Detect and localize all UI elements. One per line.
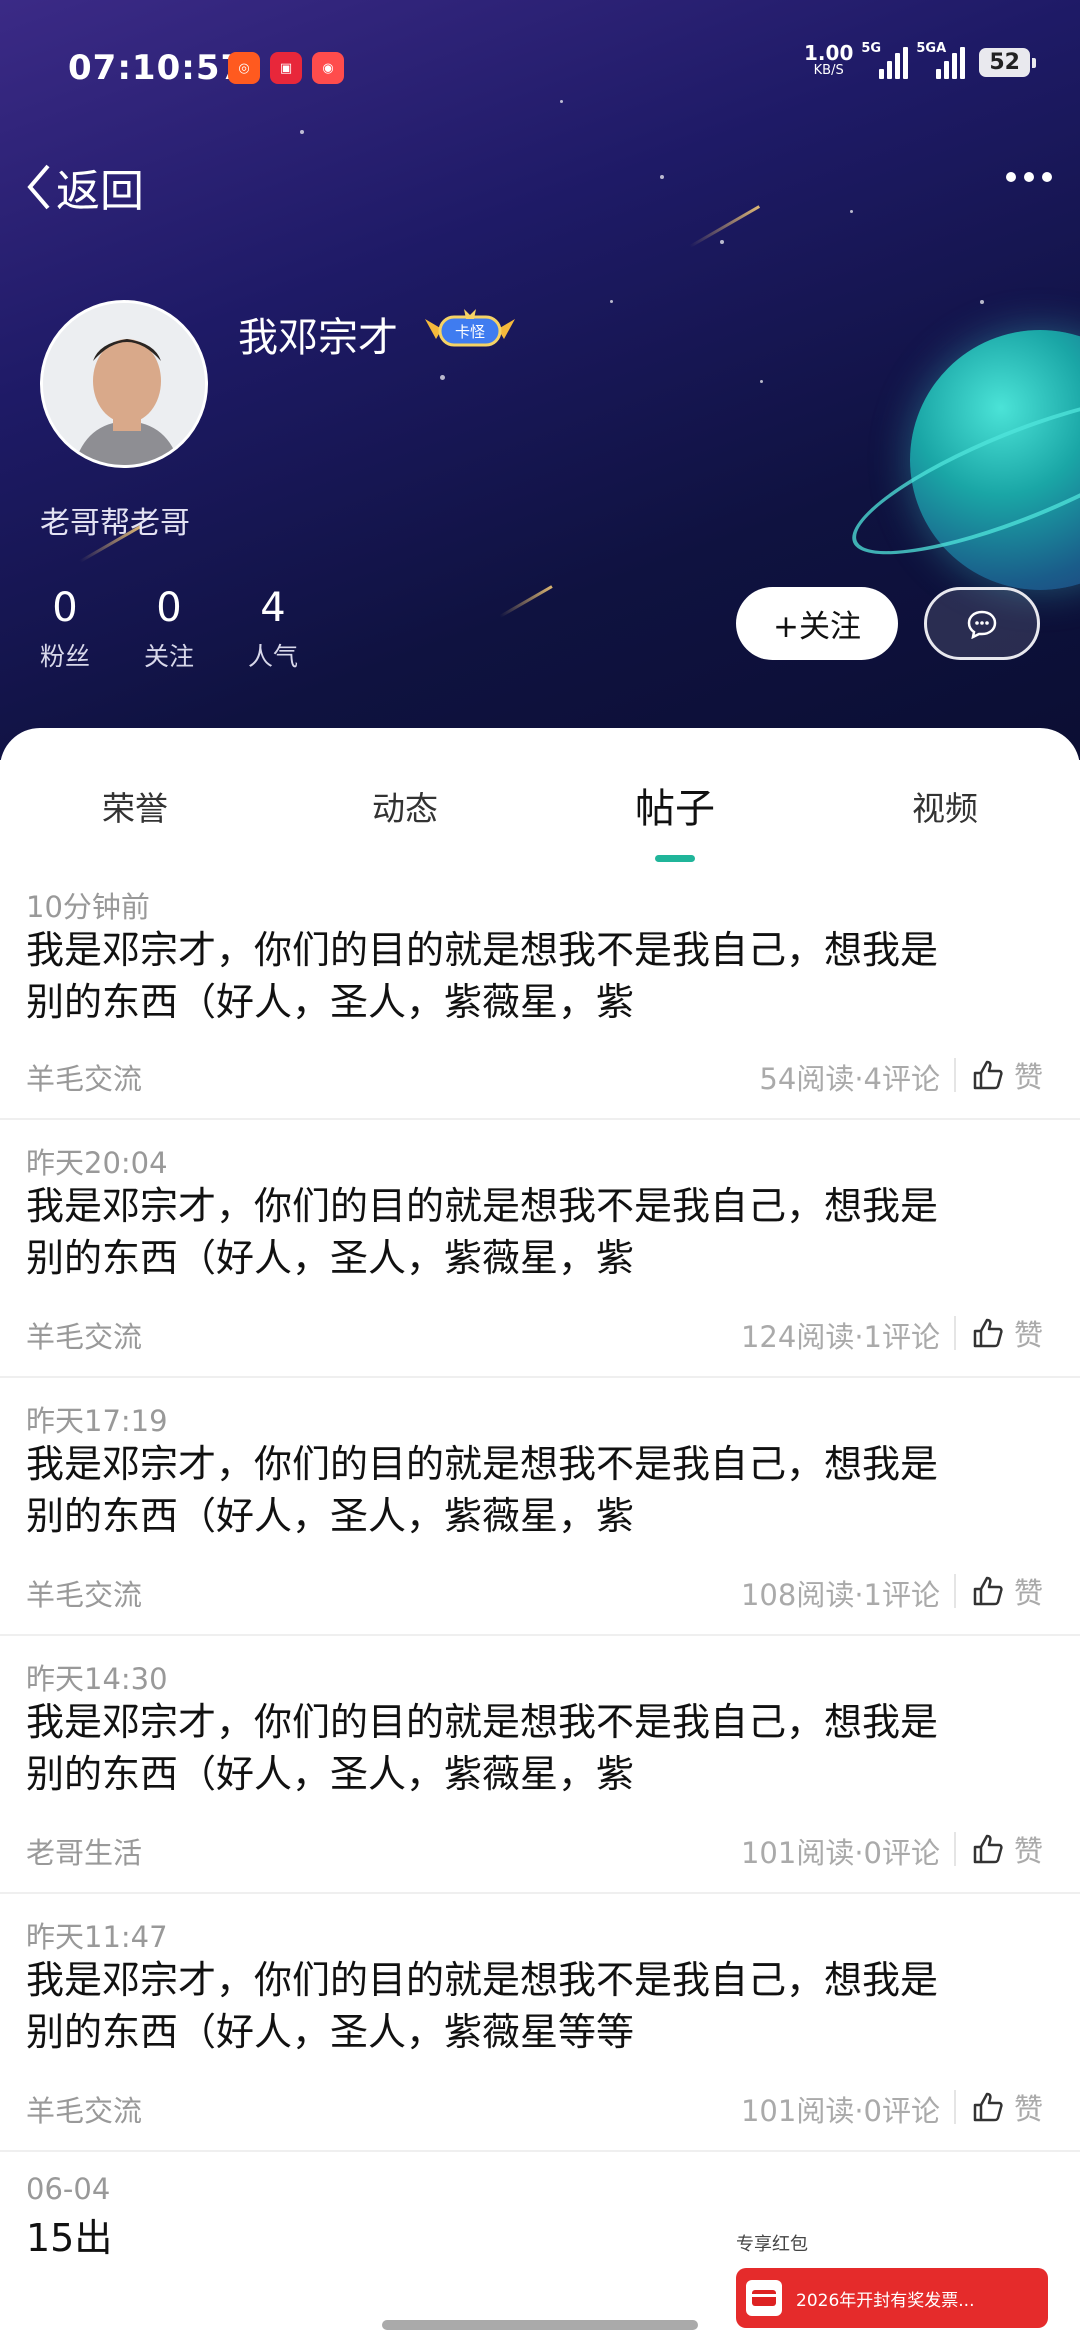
post-category[interactable]: 羊毛交流: [26, 1572, 142, 1614]
tab-activity[interactable]: 动态: [372, 782, 438, 830]
battery-indicator: 52: [979, 47, 1036, 77]
avatar[interactable]: [40, 300, 208, 468]
post-category[interactable]: 羊毛交流: [26, 2088, 142, 2130]
thumbs-up-icon: [973, 1060, 1003, 1090]
post-time: 昨天14:30: [26, 1662, 168, 1696]
like-button[interactable]: 赞: [972, 1054, 1043, 1096]
like-button[interactable]: 赞: [972, 1312, 1043, 1354]
stat-following[interactable]: 0 关注: [144, 585, 194, 673]
card-icon: [746, 2280, 782, 2316]
app-notification-icon: ◎: [228, 52, 260, 84]
post-stats: 54阅读·4评论: [759, 1062, 940, 1096]
post-stats: 101阅读·0评论: [740, 2094, 940, 2128]
stat-popularity: 4 人气: [248, 585, 299, 671]
post-title: 我是邓宗才，你们的目的就是想我不是我自己，想我是 别的东西（好人，圣人，紫薇星，紫: [26, 1184, 939, 1280]
signal-5ga-icon: 5GA: [916, 41, 966, 79]
status-app-icons: ◎ ▣ ◉: [228, 52, 344, 84]
like-button[interactable]: 赞: [972, 1570, 1043, 1612]
more-options-icon[interactable]: [1006, 172, 1052, 182]
svg-text:卡怪: 卡怪: [455, 323, 485, 341]
tab-honor[interactable]: 荣誉: [102, 782, 168, 830]
follow-button[interactable]: +关注: [736, 587, 898, 660]
post-item[interactable]: 昨天11:47 我是邓宗才，你们的目的就是想我不是我自己，想我是 别的东西（好人，…: [0, 1894, 1080, 2152]
level-badge: 卡怪: [420, 305, 520, 355]
signal-5g-icon: 5G: [861, 41, 909, 79]
post-title: 15出: [26, 2216, 113, 2260]
thumbs-up-icon: [973, 1576, 1003, 1606]
post-category[interactable]: 羊毛交流: [26, 1314, 142, 1356]
red-packet-banner[interactable]: 2026年开封有奖发票...: [736, 2268, 1048, 2328]
message-button[interactable]: [924, 587, 1040, 660]
post-stats: 124阅读·1评论: [740, 1320, 940, 1354]
post-time: 10分钟前: [26, 890, 150, 924]
status-indicators: 1.00 KB/S 5G 5GA 52: [804, 41, 1036, 80]
active-tab-indicator: [655, 855, 695, 862]
like-button[interactable]: 赞: [972, 1828, 1043, 1870]
thumbs-up-icon: [973, 2092, 1003, 2122]
post-item[interactable]: 10分钟前 我是邓宗才，你们的目的就是想我不是我自己，想我是 别的东西（好人，圣人…: [0, 872, 1080, 1120]
post-category[interactable]: 羊毛交流: [26, 1056, 142, 1098]
red-packet-text: 2026年开封有奖发票...: [796, 2290, 975, 2311]
post-category[interactable]: 老哥生活: [26, 1830, 142, 1872]
profile-tabs: 荣誉 动态 帖子 视频: [0, 782, 1080, 872]
post-title: 我是邓宗才，你们的目的就是想我不是我自己，想我是 别的东西（好人，圣人，紫薇星，紫: [26, 1442, 939, 1538]
user-bio: 老哥帮老哥: [40, 506, 190, 541]
post-stats: 101阅读·0评论: [740, 1836, 940, 1870]
post-time: 昨天11:47: [26, 1920, 168, 1954]
stat-fans[interactable]: 0 粉丝: [40, 585, 90, 673]
thumbs-up-icon: [973, 1318, 1003, 1348]
network-speed: 1.00 KB/S: [804, 41, 854, 78]
thumbs-up-icon: [973, 1834, 1003, 1864]
username: 我邓宗才: [238, 315, 398, 361]
chat-bubble-icon: [967, 610, 997, 639]
back-button[interactable]: 返回: [26, 155, 144, 219]
tab-posts[interactable]: 帖子: [635, 776, 715, 834]
red-packet-label: 专享红包: [736, 2234, 808, 2255]
tab-videos[interactable]: 视频: [912, 782, 978, 830]
post-item[interactable]: 昨天17:19 我是邓宗才，你们的目的就是想我不是我自己，想我是 别的东西（好人，…: [0, 1378, 1080, 1636]
post-time: 昨天17:19: [26, 1404, 168, 1438]
chevron-left-icon: [27, 164, 50, 210]
like-button[interactable]: 赞: [972, 2086, 1043, 2128]
home-indicator[interactable]: [382, 2320, 698, 2330]
post-item[interactable]: 昨天14:30 我是邓宗才，你们的目的就是想我不是我自己，想我是 别的东西（好人，…: [0, 1636, 1080, 1894]
shopping-app-icon: ◉: [312, 52, 344, 84]
back-label: 返回: [56, 166, 144, 217]
status-time: 07:10:57: [68, 48, 246, 88]
post-title: 我是邓宗才，你们的目的就是想我不是我自己，想我是 别的东西（好人，圣人，紫薇星，紫: [26, 928, 939, 1024]
post-time: 昨天20:04: [26, 1146, 168, 1180]
post-title: 我是邓宗才，你们的目的就是想我不是我自己，想我是 别的东西（好人，圣人，紫薇星等等: [26, 1958, 939, 2054]
post-title: 我是邓宗才，你们的目的就是想我不是我自己，想我是 别的东西（好人，圣人，紫薇星，紫: [26, 1700, 939, 1796]
news-app-icon: ▣: [270, 52, 302, 84]
post-stats: 108阅读·1评论: [740, 1578, 940, 1612]
post-time: 06-04: [26, 2172, 111, 2206]
post-item[interactable]: 昨天20:04 我是邓宗才，你们的目的就是想我不是我自己，想我是 别的东西（好人，…: [0, 1120, 1080, 1378]
